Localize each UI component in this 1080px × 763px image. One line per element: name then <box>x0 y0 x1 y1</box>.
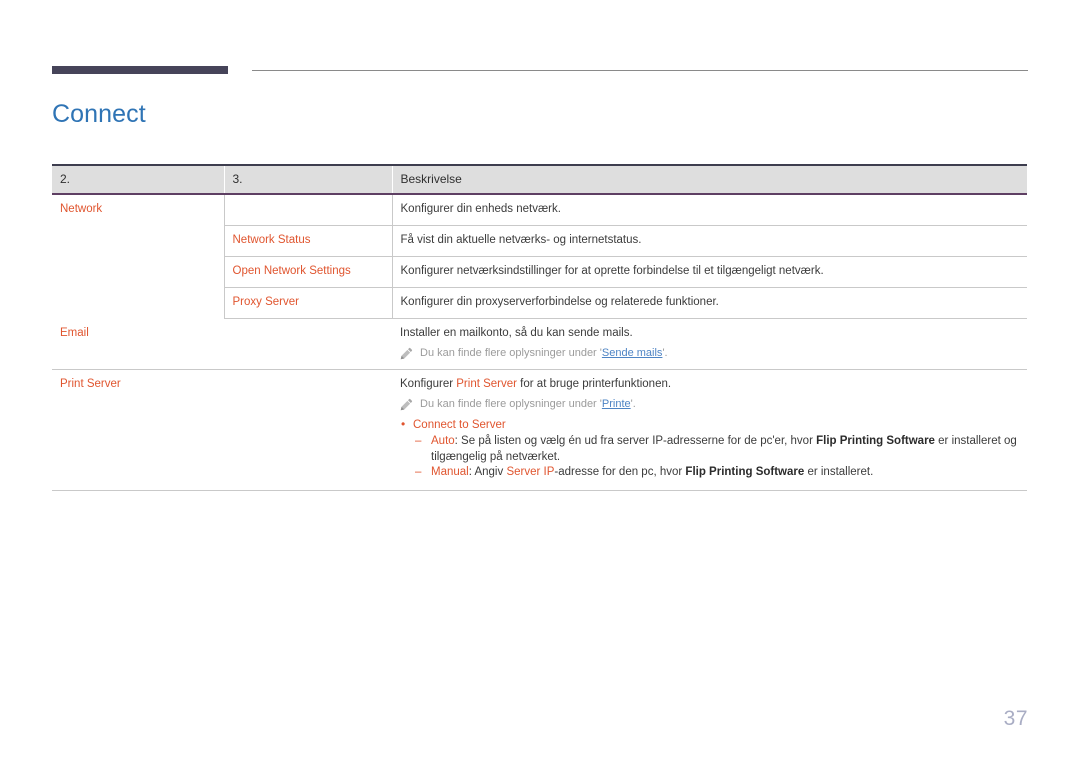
table-header: 2. 3. Beskrivelse <box>52 164 1027 195</box>
term-flip-printing-software: Flip Printing Software <box>816 435 935 447</box>
bullet-label-connect-to-server: Connect to Server <box>413 419 506 431</box>
list-item: Auto: Se på listen og vælg én ud fra ser… <box>413 434 1019 465</box>
description-email-text: Installer en mailkonto, så du kan sende … <box>400 327 633 339</box>
term-print-server: Print Server <box>456 378 517 390</box>
header-decoration <box>52 66 1028 76</box>
setting-row-print-server-label: Print Server <box>52 369 392 491</box>
term-manual: Manual <box>431 466 469 478</box>
description-network: Konfigurer din enheds netværk. <box>392 194 1027 226</box>
term-flip-printing-software: Flip Printing Software <box>685 466 805 478</box>
column-header-3: 3. <box>224 164 393 195</box>
description-print-server: Konfigurer Print Server for at bruge pri… <box>392 369 1027 491</box>
note-email: Du kan finde flere oplysninger under 'Se… <box>400 346 1019 361</box>
description-print-server-text: Konfigurer Print Server for at bruge pri… <box>400 378 672 390</box>
table-body: Network Konfigurer din enheds netværk. N… <box>52 194 1027 491</box>
list-item: Manual: Angiv Server IP-adresse for den … <box>413 465 1019 481</box>
header-rule-line <box>252 70 1028 71</box>
setting-name-email: Email <box>60 327 89 339</box>
description-open-network-settings: Konfigurer netværksindstillinger for at … <box>392 256 1027 288</box>
sub-setting-empty <box>224 194 393 226</box>
table-row: Print Server Konfigurer Print Server for… <box>52 369 1027 491</box>
note-print-server: Du kan finde flere oplysninger under 'Pr… <box>400 397 1019 412</box>
header-accent-bar <box>52 66 228 74</box>
page-title: Connect <box>52 100 146 128</box>
note-print-server-link[interactable]: Printe <box>602 398 631 410</box>
setting-name-print-server: Print Server <box>60 378 121 390</box>
note-email-text: Du kan finde flere oplysninger under 'Se… <box>420 347 668 359</box>
sub-setting-proxy-server: Proxy Server <box>224 287 393 319</box>
sub-setting-network-status: Network Status <box>224 225 393 257</box>
sub-setting-open-network-settings: Open Network Settings <box>224 256 393 288</box>
description-network-status: Få vist din aktuelle netværks- og intern… <box>392 225 1027 257</box>
table-row: Network Konfigurer din enheds netværk. <box>52 194 1027 319</box>
document-page: Connect 2. 3. Beskrivelse Network Konfig… <box>0 0 1080 763</box>
column-header-2: 2. <box>52 164 225 195</box>
pencil-icon <box>400 347 413 360</box>
term-auto: Auto <box>431 435 455 447</box>
description-proxy-server: Konfigurer din proxyserverforbindelse og… <box>392 287 1027 319</box>
page-number: 37 <box>1003 707 1028 730</box>
sub-bullet-list: Auto: Se på listen og vælg én ud fra ser… <box>413 434 1019 481</box>
pencil-icon <box>400 398 413 411</box>
table-row: Email Installer en mailkonto, så du kan … <box>52 318 1027 370</box>
note-print-server-text: Du kan finde flere oplysninger under 'Pr… <box>420 398 636 410</box>
setting-name-network: Network <box>60 203 103 215</box>
note-email-link[interactable]: Sende mails <box>602 347 663 359</box>
table-header-row: 2. 3. Beskrivelse <box>52 164 1027 195</box>
bullet-list-connect-to-server: Connect to Server Auto: Se på listen og … <box>400 417 1019 481</box>
list-item: Connect to Server Auto: Se på listen og … <box>400 417 1019 481</box>
column-header-beskrivelse: Beskrivelse <box>392 164 1027 195</box>
row-group-network-label: Network <box>52 194 225 319</box>
description-email: Installer en mailkonto, så du kan sende … <box>392 318 1027 370</box>
setting-row-email-label: Email <box>52 318 392 370</box>
term-server-ip: Server IP <box>506 466 555 478</box>
settings-table: 2. 3. Beskrivelse Network Konfigurer din… <box>52 164 1027 491</box>
